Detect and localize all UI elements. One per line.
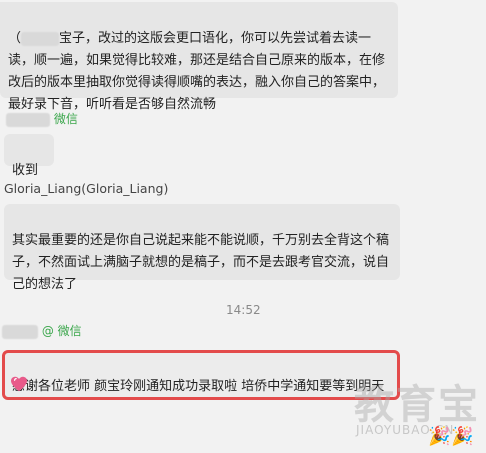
party-popper-icon: 🎉 (428, 426, 451, 447)
message-bubble-3[interactable]: 其实最重要的还是你自己说起来能不能说顺，千万别去全背这个稿 子，不然面试上满脑子… (4, 204, 400, 292)
bubble2-text: 收到 (12, 163, 39, 178)
redacted-sender-name-2 (2, 324, 38, 339)
message-bubble-2[interactable]: 收到 (4, 134, 54, 178)
sender-4: @ 微信 (2, 322, 82, 340)
sender-3: Gloria_Liang(Gloria_Liang) (4, 181, 169, 196)
bubble1-rest: 读，顺一遍，如果觉得比较难，那还是结合自己原来的版本，在修 改后的版本里抽取你觉… (8, 53, 386, 112)
bubble3-text: 其实最重要的还是你自己说起来能不能说顺，千万别去全背这个稿 子，不然面试上满脑子… (12, 233, 390, 292)
timestamp: 14:52 (226, 303, 261, 317)
watermark-logo: 教育宝 (354, 382, 480, 428)
sender-2: 微信 (6, 110, 78, 128)
message-bubble-1[interactable]: （ 宝子，改过的这版会更口语化，你可以先尝试着去读一读，顺一遍，如果觉得比较难，那… (0, 2, 398, 112)
party-popper-icon-2: 🎉 (451, 426, 474, 447)
wechat-tag: 微信 (53, 112, 78, 126)
redacted-sender-name (6, 112, 50, 127)
highlight-box (2, 350, 400, 400)
redacted-name (21, 31, 60, 46)
chat-window: （ 宝子，改过的这版会更口语化，你可以先尝试着去读一读，顺一遍，如果觉得比较难，那… (0, 0, 486, 453)
bubble1-line1: 宝子，改过的这版会更口语化，你可以先尝试着去读一 (59, 31, 372, 46)
bubble1-prefix: （ (8, 31, 22, 46)
wechat-tag-2: @ 微信 (41, 324, 82, 338)
